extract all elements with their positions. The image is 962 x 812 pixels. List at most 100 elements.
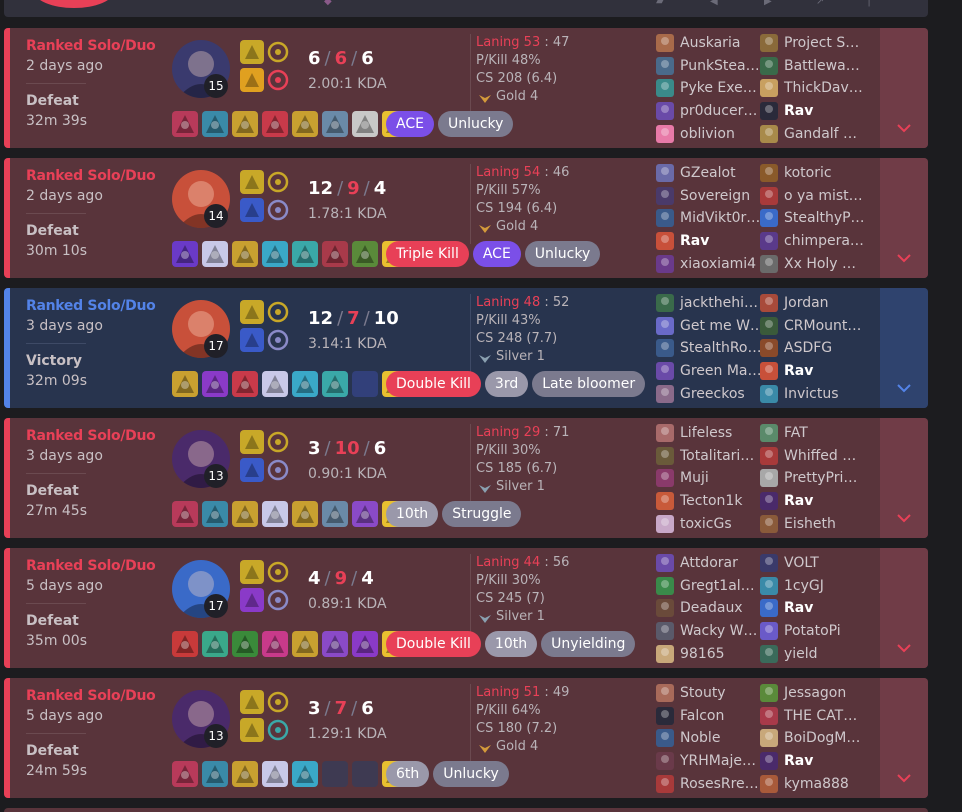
item-icon[interactable] [292,631,318,657]
item-icon[interactable] [262,501,288,527]
participant[interactable]: Whiffed … [760,445,870,468]
secondary-rune-icon[interactable] [266,68,290,92]
item-icon[interactable] [232,501,258,527]
summoner-name[interactable]: Lifeless [680,425,732,441]
participant[interactable]: YRHMaje… [656,750,766,773]
item-icon[interactable] [172,761,198,787]
participant[interactable]: pr0ducer… [656,100,766,123]
summoner-name[interactable]: GZealot [680,165,736,181]
summoner-name[interactable]: Rav [784,363,813,379]
summoner-name[interactable]: Whiffed … [784,448,856,464]
keystone-rune-icon[interactable] [266,430,290,454]
item-icon[interactable] [352,631,378,657]
summoner-name[interactable]: Sovereign [680,188,750,204]
secondary-rune-icon[interactable] [266,328,290,352]
participant[interactable]: Pyke Exe… [656,77,766,100]
keystone-rune-icon[interactable] [266,40,290,64]
participant[interactable]: THE CAT… [760,705,870,728]
summoner-name[interactable]: kyma888 [784,776,849,792]
match-card[interactable]: Ranked Solo/Duo 2 days ago Defeat 32m 39s 15… [4,28,928,148]
participant[interactable]: PunkStea… [656,55,766,78]
summoner-name[interactable]: Green Ma… [680,363,762,379]
summoner-name[interactable]: 1cyGJ [784,578,824,594]
match-card[interactable]: Ranked Solo/Duo 3 days ago Defeat 27m 45s 13… [4,418,928,538]
participant[interactable]: Rav [760,490,870,513]
shield-icon[interactable]: ◀ [710,0,722,7]
participant[interactable]: Muji [656,467,766,490]
summoner-name[interactable]: ThickDav… [784,80,863,96]
participant[interactable]: chimpera… [760,230,870,253]
item-icon[interactable] [292,501,318,527]
summoner-name[interactable]: Totalitari… [680,448,754,464]
secondary-rune-icon[interactable] [266,198,290,222]
expand-details-button[interactable] [880,288,928,408]
summoner-name[interactable]: Rav [784,493,813,509]
item-icon[interactable] [232,631,258,657]
summoner-name[interactable]: Noble [680,730,720,746]
item-icon[interactable] [292,371,318,397]
summoner-name[interactable]: THE CAT… [784,708,857,724]
summoner-name[interactable]: pr0ducer… [680,103,757,119]
summoner-name[interactable]: xiaoxiami4 [680,256,756,272]
item-icon[interactable] [322,371,348,397]
summoner-name[interactable]: YRHMaje… [680,753,756,769]
item-icon[interactable] [202,761,228,787]
participant[interactable]: 98165 [656,642,766,665]
arrow-icon[interactable]: ↗ [816,0,828,7]
participant[interactable]: Greeckos [656,382,766,405]
participant[interactable]: Project S… [760,32,870,55]
participant[interactable]: Rav [656,230,766,253]
item-icon[interactable] [172,111,198,137]
participant[interactable]: Xx Holy … [760,252,870,275]
item-icon[interactable] [262,371,288,397]
participant[interactable]: BoiDogM… [760,727,870,750]
expand-details-button[interactable] [880,678,928,798]
participant[interactable]: Green Ma… [656,360,766,383]
participant[interactable]: PotatoPi [760,620,870,643]
summoner-spell-icon[interactable] [240,458,264,482]
item-icon[interactable] [202,501,228,527]
flash-spell-icon[interactable] [240,40,264,64]
participant[interactable]: Eisheth [760,512,870,535]
summoner-name[interactable]: PunkStea… [680,58,760,74]
summoner-name[interactable]: yield [784,646,818,662]
participant[interactable]: oblivion [656,122,766,145]
participant[interactable]: kyma888 [760,772,870,795]
summoner-name[interactable]: jackthehi… [680,295,758,311]
summoner-name[interactable]: Tecton1k [680,493,742,509]
summoner-spell-icon[interactable] [240,588,264,612]
item-icon[interactable] [292,241,318,267]
participant[interactable]: Deadaux [656,597,766,620]
participant[interactable]: Invictus [760,382,870,405]
item-icon[interactable] [322,111,348,137]
participant[interactable]: 1cyGJ [760,575,870,598]
participant[interactable]: Rav [760,750,870,773]
item-icon[interactable] [202,371,228,397]
flash-spell-icon[interactable] [240,690,264,714]
participant[interactable]: Lifeless [656,422,766,445]
participant[interactable]: Sovereign [656,185,766,208]
summoner-name[interactable]: PotatoPi [784,623,841,639]
participant[interactable]: Falcon [656,705,766,728]
item-icon[interactable] [172,241,198,267]
participant[interactable]: FAT [760,422,870,445]
summoner-name[interactable]: kotoric [784,165,832,181]
summoner-name[interactable]: chimpera… [784,233,864,249]
participant[interactable]: Totalitari… [656,445,766,468]
participant[interactable]: Gandalf … [760,122,870,145]
participant[interactable]: Noble [656,727,766,750]
keystone-rune-icon[interactable] [266,690,290,714]
summoner-name[interactable]: Eisheth [784,516,836,532]
summoner-name[interactable]: Gregt1al… [680,578,755,594]
participant[interactable]: Get me W… [656,315,766,338]
participant[interactable]: Rav [760,597,870,620]
item-icon[interactable] [292,761,318,787]
summoner-name[interactable]: BoiDogM… [784,730,860,746]
item-icon[interactable] [172,631,198,657]
item-icon[interactable] [352,111,378,137]
summoner-name[interactable]: Deadaux [680,600,743,616]
item-icon[interactable] [262,111,288,137]
keystone-rune-icon[interactable] [266,170,290,194]
expand-details-button[interactable] [880,548,928,668]
expand-details-button[interactable] [880,418,928,538]
